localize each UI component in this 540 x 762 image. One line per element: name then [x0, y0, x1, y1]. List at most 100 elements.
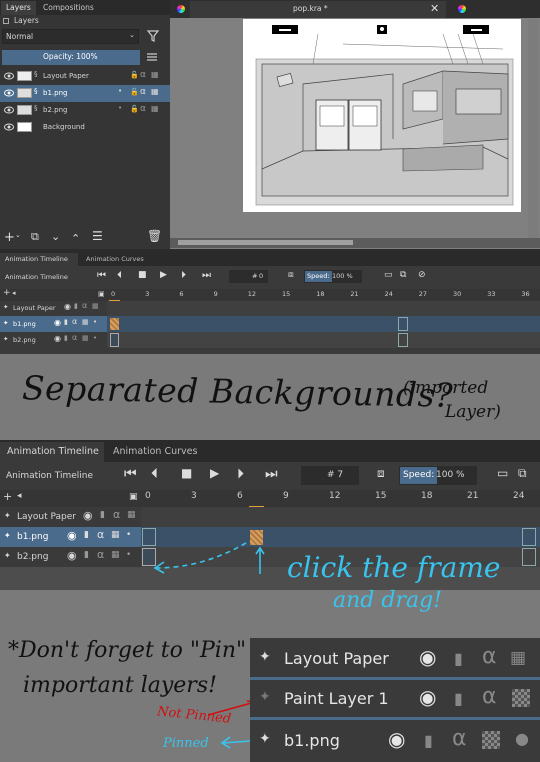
pin-icon[interactable]: ✦ [259, 731, 271, 747]
add-layer-icon[interactable]: + [3, 490, 12, 503]
eye-icon[interactable] [4, 106, 14, 114]
keyframe-end-marker[interactable] [398, 317, 408, 331]
timeline-layer-row[interactable]: ✦ Layout Paper ◉ ▮ α ▦ [0, 507, 540, 527]
frame-number-input[interactable]: # 0 [229, 270, 268, 283]
zoom-layer-row[interactable]: ✦ Paint Layer 1 ◉ ▮ α [250, 680, 540, 716]
eye-icon[interactable]: ◉ [388, 727, 405, 751]
inherit-alpha-icon[interactable]: ▦ [151, 70, 159, 79]
inherit-alpha-icon[interactable]: ▦ [82, 334, 89, 342]
audio-icon[interactable]: ◂ [17, 491, 22, 501]
frame-ruler[interactable]: 0 3 6 9 12 15 18 21 24 [141, 490, 540, 507]
play-button[interactable]: ▶ [160, 270, 167, 280]
pin-icon[interactable]: ✦ [4, 511, 11, 520]
pin-icon[interactable]: ✦ [4, 531, 11, 540]
duplicate-layer-button[interactable]: ⧉ [31, 230, 39, 244]
frame-ruler[interactable]: 0 3 6 9 12 15 18 21 24 27 30 33 36 [107, 289, 540, 301]
eye-icon[interactable]: ◉ [54, 318, 61, 327]
layer-row[interactable]: § b2.png • 🔓 α ▦ [0, 102, 170, 119]
eye-icon[interactable]: ◉ [83, 509, 93, 522]
speed-spinbox[interactable]: Speed: 100 % [399, 466, 477, 485]
bulb-icon[interactable]: • [93, 334, 97, 342]
audio-icon[interactable]: ◂ [12, 289, 16, 297]
move-layer-up-button[interactable]: ⌃ [71, 232, 80, 245]
drop-frames-toggle[interactable]: ⧈ [377, 466, 385, 481]
timeline-layer-row[interactable]: ✦ b2.png ◉ ▮ α ▦ • [0, 332, 540, 348]
docker-float-icon[interactable] [3, 18, 9, 24]
timeline-layer-row[interactable]: ✦ b1.png ◉ ▮ α ▦ • [0, 527, 540, 547]
bulb-icon[interactable]: • [118, 104, 122, 112]
scrollbar-handle[interactable] [178, 240, 353, 245]
lock-icon[interactable]: ▮ [100, 510, 105, 520]
canvas-vertical-scrollbar[interactable] [528, 19, 538, 244]
alpha-lock-icon[interactable]: α [482, 644, 497, 669]
inherit-alpha-icon[interactable]: ▦ [82, 318, 89, 326]
alpha-lock-icon[interactable]: α [140, 87, 146, 97]
no-audio-icon[interactable]: ⊘ [418, 270, 426, 280]
drop-frames-toggle[interactable]: ⧈ [288, 270, 294, 280]
alpha-lock-icon[interactable]: α [72, 333, 77, 342]
tab-compositions[interactable]: Compositions [38, 1, 94, 15]
stop-button[interactable]: ■ [181, 466, 192, 480]
alpha-lock-icon[interactable]: α [97, 548, 104, 561]
filter-icon[interactable] [146, 29, 160, 43]
pin-icon[interactable]: ✦ [259, 689, 271, 705]
eye-icon[interactable]: ◉ [67, 549, 77, 562]
opacity-slider[interactable]: Opacity: 100% [2, 50, 140, 65]
go-first-frame-button[interactable]: ⏮ [97, 270, 106, 281]
keyframe[interactable] [250, 530, 263, 545]
prev-frame-button[interactable]: ⏴ [117, 270, 122, 281]
prev-frame-button[interactable]: ⏴ [151, 466, 158, 482]
inherit-alpha-icon[interactable]: ▦ [127, 510, 136, 520]
bulb-icon[interactable]: ● [515, 729, 529, 748]
eye-icon[interactable]: ◉ [54, 334, 61, 343]
layer-row[interactable]: Background [0, 119, 170, 136]
onion-skin-button[interactable]: ▭ [497, 466, 508, 480]
canvas-horizontal-scrollbar[interactable] [170, 238, 540, 248]
eye-icon[interactable]: ◉ [64, 302, 71, 311]
keyframe[interactable] [110, 333, 119, 347]
timeline-layer-row[interactable]: ✦ Layout Paper ◉ ▮ α ▦ [0, 301, 540, 316]
close-icon[interactable]: ✕ [430, 2, 439, 15]
alpha-lock-icon[interactable]: α [140, 104, 146, 114]
move-layer-down-button[interactable]: ⌄ [51, 230, 60, 243]
keyframe[interactable] [110, 318, 119, 330]
keyframe-end-marker[interactable] [522, 548, 536, 566]
next-frame-button[interactable]: ⏵ [237, 466, 244, 482]
zoom-layer-row[interactable]: ✦ b1.png ◉ ▮ α ● [250, 720, 540, 760]
tab-animation-curves[interactable]: Animation Curves [81, 253, 151, 266]
frame-number-input[interactable]: # 7 [301, 466, 359, 485]
bulb-icon[interactable]: • [126, 550, 131, 560]
layer-row[interactable]: § b1.png • 🔓 α ▦ [0, 85, 170, 102]
inherit-alpha-icon[interactable]: ▦ [151, 104, 159, 113]
stop-button[interactable]: ■ [138, 270, 147, 280]
inherit-alpha-icon[interactable]: ▦ [151, 87, 159, 96]
lock-icon[interactable]: ▮ [424, 731, 433, 750]
layer-properties-button[interactable]: ☰ [92, 229, 103, 243]
add-layer-icon[interactable]: + [3, 288, 11, 298]
menu-icon[interactable] [146, 51, 158, 63]
bulb-icon[interactable]: • [126, 530, 131, 540]
checker-icon[interactable] [512, 689, 530, 707]
tab-layers[interactable]: Layers [1, 1, 36, 15]
tab-animation-timeline[interactable]: Animation Timeline [0, 442, 104, 462]
alpha-lock-icon[interactable]: α [72, 317, 77, 326]
frame-cells[interactable] [107, 301, 540, 316]
copy-frames-button[interactable]: ⧉ [518, 466, 527, 481]
blend-mode-select[interactable]: Normal ⌄ [2, 29, 139, 44]
lock-icon[interactable]: ▮ [74, 302, 78, 310]
eye-icon[interactable]: ◉ [419, 645, 436, 669]
inherit-alpha-icon[interactable]: ▦ [510, 648, 526, 668]
checker-icon[interactable] [482, 731, 500, 749]
alpha-lock-icon[interactable]: α [82, 301, 87, 310]
lock-icon[interactable]: ▮ [84, 530, 89, 540]
alpha-lock-icon[interactable]: α [97, 528, 104, 541]
go-last-frame-button[interactable]: ⏭ [202, 270, 211, 281]
alpha-lock-icon[interactable]: α [452, 726, 467, 751]
keyframe-end-marker[interactable] [398, 333, 408, 347]
lock-icon[interactable]: ▮ [454, 649, 463, 668]
keyframe-end-marker[interactable] [522, 528, 536, 546]
frame-cells[interactable] [107, 316, 540, 332]
play-button[interactable]: ▶ [210, 466, 219, 480]
layout-icon[interactable]: ▣ [98, 290, 105, 298]
next-frame-button[interactable]: ⏵ [181, 270, 186, 281]
